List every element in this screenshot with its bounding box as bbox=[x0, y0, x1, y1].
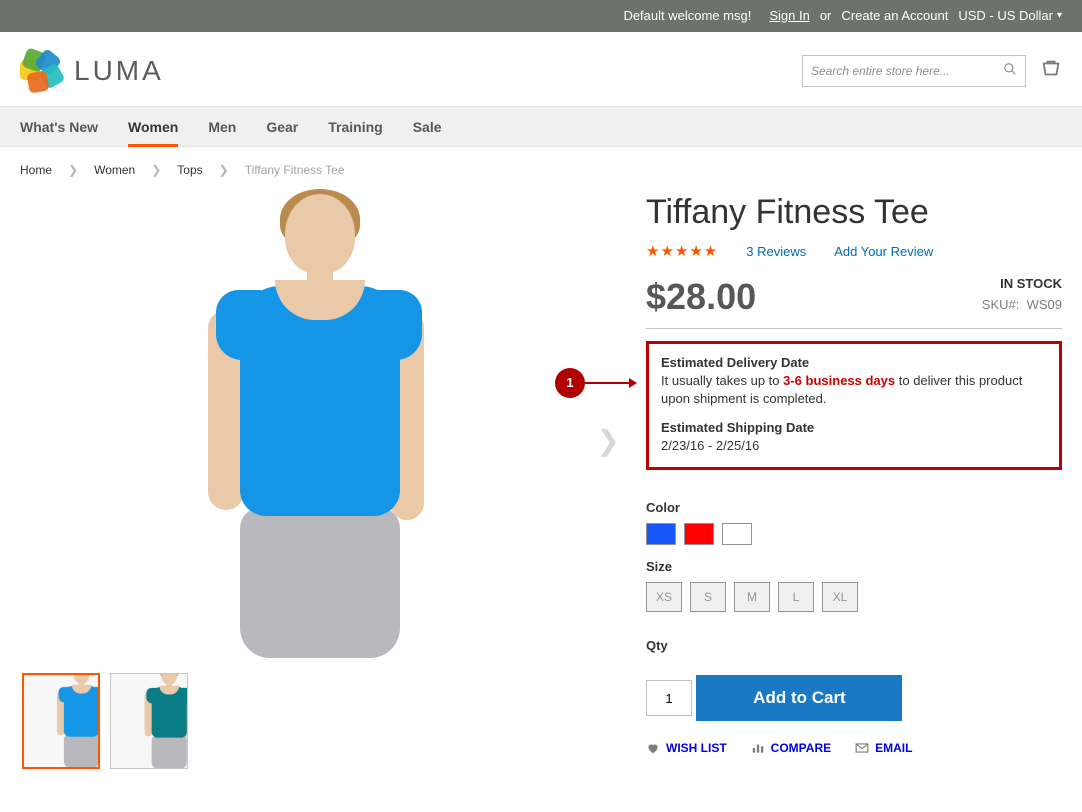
product-price: $28.00 bbox=[646, 276, 756, 318]
qty-label: Qty bbox=[646, 638, 1062, 653]
nav-men[interactable]: Men bbox=[208, 107, 236, 146]
or-text: or bbox=[820, 8, 832, 23]
shipping-title: Estimated Shipping Date bbox=[661, 419, 1047, 437]
color-swatch-white[interactable] bbox=[722, 523, 752, 545]
product-title: Tiffany Fitness Tee bbox=[646, 193, 1062, 232]
nav-whats-new[interactable]: What's New bbox=[20, 107, 98, 146]
bar-chart-icon bbox=[751, 741, 765, 755]
color-label: Color bbox=[646, 500, 1062, 515]
top-panel: Default welcome msg! Sign In or Create a… bbox=[0, 0, 1082, 32]
chevron-right-icon: ❯ bbox=[151, 163, 161, 177]
nav-gear[interactable]: Gear bbox=[266, 107, 298, 146]
price-row: $28.00 IN STOCK SKU#: WS09 bbox=[646, 276, 1062, 318]
delivery-text-a: It usually takes up to bbox=[661, 373, 783, 388]
product-figure bbox=[190, 194, 450, 654]
star-rating: ★★★★★ bbox=[646, 242, 718, 260]
color-swatch-blue[interactable] bbox=[646, 523, 676, 545]
delivery-text: It usually takes up to 3-6 business days… bbox=[661, 372, 1047, 408]
heart-icon bbox=[646, 741, 660, 755]
nav-training[interactable]: Training bbox=[328, 107, 382, 146]
add-review-link[interactable]: Add Your Review bbox=[834, 244, 933, 259]
create-account-link[interactable]: Create an Account bbox=[841, 8, 948, 23]
crumb-home[interactable]: Home bbox=[20, 163, 52, 177]
product-info: Tiffany Fitness Tee ★★★★★ 3 Reviews Add … bbox=[646, 189, 1062, 769]
search-box[interactable] bbox=[802, 55, 1026, 87]
size-xl[interactable]: XL bbox=[822, 582, 858, 612]
add-to-cart-button[interactable]: Add to Cart bbox=[696, 675, 902, 721]
nav-women[interactable]: Women bbox=[128, 107, 178, 146]
stock-col: IN STOCK SKU#: WS09 bbox=[982, 276, 1062, 312]
main-nav: What's New Women Men Gear Training Sale bbox=[0, 106, 1082, 147]
compare-label: COMPARE bbox=[771, 741, 831, 755]
chevron-right-icon: ❯ bbox=[219, 163, 229, 177]
currency-switcher[interactable]: USD - US Dollar ▾ bbox=[958, 8, 1062, 23]
annotation-1: 1 bbox=[555, 368, 635, 398]
currency-label: USD - US Dollar bbox=[958, 8, 1053, 23]
logo-text: LUMA bbox=[74, 55, 164, 87]
reviews-link[interactable]: 3 Reviews bbox=[746, 244, 806, 259]
product-actions: WISH LIST COMPARE EMAIL bbox=[646, 741, 1062, 755]
size-m[interactable]: M bbox=[734, 582, 770, 612]
size-l[interactable]: L bbox=[778, 582, 814, 612]
thumbnail-1[interactable] bbox=[22, 673, 100, 769]
color-swatches bbox=[646, 523, 1062, 545]
header: LUMA bbox=[0, 32, 1082, 106]
crumb-tops[interactable]: Tops bbox=[177, 163, 202, 177]
thumbnail-row bbox=[20, 673, 620, 769]
sku: SKU#: WS09 bbox=[982, 297, 1062, 312]
product-image[interactable]: ❯ bbox=[20, 189, 620, 659]
thumbnail-2[interactable] bbox=[110, 673, 188, 769]
qty-input[interactable] bbox=[646, 680, 692, 716]
gallery: ❯ bbox=[20, 189, 620, 769]
divider bbox=[646, 328, 1062, 329]
logo[interactable]: LUMA bbox=[20, 50, 164, 92]
email-label: EMAIL bbox=[875, 741, 912, 755]
breadcrumb: Home ❯ Women ❯ Tops ❯ Tiffany Fitness Te… bbox=[0, 147, 1082, 189]
size-label: Size bbox=[646, 559, 1062, 574]
stock-status: IN STOCK bbox=[982, 276, 1062, 291]
sign-in-link[interactable]: Sign In bbox=[769, 8, 809, 23]
rating-row: ★★★★★ 3 Reviews Add Your Review bbox=[646, 242, 1062, 260]
wishlist-label: WISH LIST bbox=[666, 741, 727, 755]
crumb-current: Tiffany Fitness Tee bbox=[245, 163, 345, 177]
size-s[interactable]: S bbox=[690, 582, 726, 612]
compare-link[interactable]: COMPARE bbox=[751, 741, 831, 755]
product-main: ❯ Tiffany Fitness Tee ★★★★★ 3 Reviews Ad… bbox=[0, 189, 1082, 789]
arrow-right-icon bbox=[585, 382, 635, 384]
wishlist-link[interactable]: WISH LIST bbox=[646, 741, 727, 755]
annotation-number: 1 bbox=[555, 368, 585, 398]
chevron-down-icon: ▾ bbox=[1057, 10, 1062, 21]
delivery-highlight: 3-6 business days bbox=[783, 373, 895, 388]
color-swatch-red[interactable] bbox=[684, 523, 714, 545]
envelope-icon bbox=[855, 741, 869, 755]
search-icon[interactable] bbox=[1003, 62, 1017, 81]
header-tools bbox=[802, 55, 1062, 87]
nav-sale[interactable]: Sale bbox=[413, 107, 442, 146]
sku-value: WS09 bbox=[1027, 297, 1062, 312]
size-xs[interactable]: XS bbox=[646, 582, 682, 612]
sku-label: SKU#: bbox=[982, 297, 1020, 312]
logo-icon bbox=[20, 50, 62, 92]
carousel-next-icon[interactable]: ❯ bbox=[597, 424, 620, 457]
size-swatches: XS S M L XL bbox=[646, 582, 1062, 612]
chevron-right-icon: ❯ bbox=[68, 163, 78, 177]
delivery-title: Estimated Delivery Date bbox=[661, 354, 1047, 372]
estimate-box: 1 Estimated Delivery Date It usually tak… bbox=[646, 341, 1062, 470]
welcome-msg: Default welcome msg! bbox=[623, 8, 751, 23]
cart-icon[interactable] bbox=[1040, 58, 1062, 85]
shipping-range: 2/23/16 - 2/25/16 bbox=[661, 437, 1047, 455]
crumb-women[interactable]: Women bbox=[94, 163, 135, 177]
search-input[interactable] bbox=[811, 64, 1003, 78]
email-link[interactable]: EMAIL bbox=[855, 741, 912, 755]
